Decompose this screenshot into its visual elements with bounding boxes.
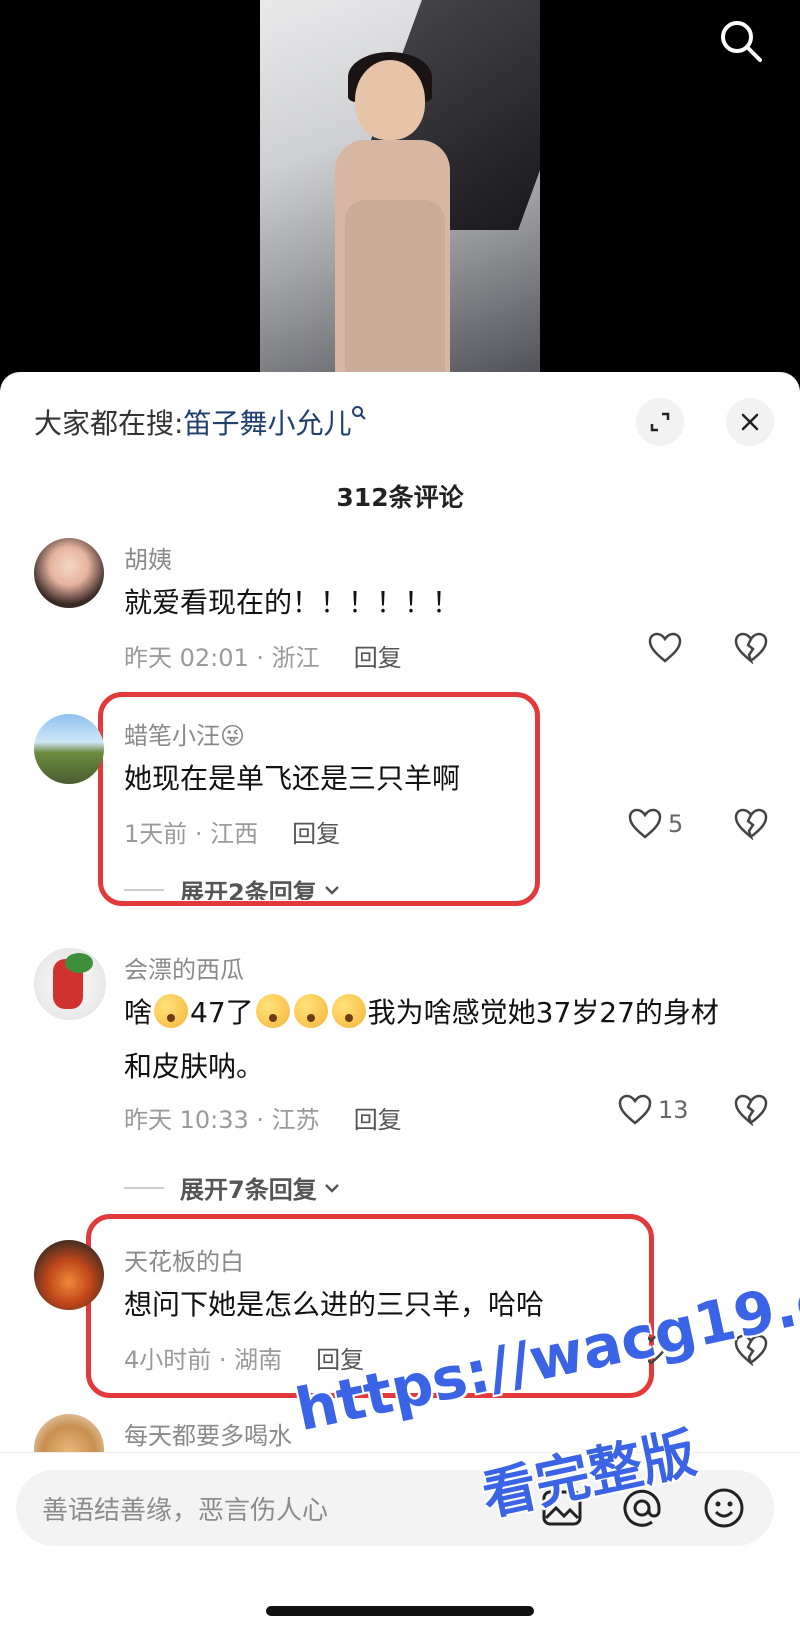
video-figure-head [355, 60, 425, 140]
divider-line [124, 889, 164, 891]
broken-heart-icon[interactable] [734, 1094, 768, 1126]
expand-icon [650, 412, 670, 432]
chevron-down-icon [324, 1183, 339, 1193]
reply-button[interactable]: 回复 [354, 1106, 402, 1134]
divider-line [124, 1186, 164, 1189]
hot-search-bar[interactable]: 大家都在搜:笛子舞小允儿 [34, 402, 367, 442]
comment-text: 就爱看现在的！！！！！！ [124, 586, 461, 619]
expand-replies-button[interactable]: 展开2条回复 [124, 880, 343, 900]
avatar-hat [65, 953, 93, 973]
heart-icon [648, 632, 682, 663]
comment-meta: 昨天 10:33 · 江苏 回复 [124, 1100, 402, 1135]
comment-text: 她现在是单飞还是三只羊啊 [124, 762, 461, 795]
comment-meta: 昨天 02:01 · 浙江 回复 [124, 638, 402, 673]
expand-replies-label: 展开7条回复 [180, 1176, 317, 1204]
comment-input-placeholder: 善语结善缘，恶言伤人心 [42, 1496, 329, 1526]
avatar[interactable] [34, 1240, 104, 1310]
expand-replies-button[interactable]: 展开7条回复 [124, 1170, 343, 1205]
broken-heart-icon[interactable] [734, 808, 768, 840]
worried-face-emoji [154, 994, 189, 1028]
avatar[interactable] [34, 538, 104, 608]
expand-button[interactable] [636, 398, 684, 446]
comment-username[interactable]: 会漂的西瓜 [124, 950, 244, 985]
comment-time-location: 昨天 02:01 · 浙江 [124, 644, 320, 672]
reply-button[interactable]: 回复 [292, 820, 340, 848]
avatar[interactable] [34, 948, 106, 1020]
comment-time-location: 1天前 · 江西 [124, 820, 259, 848]
like-button[interactable]: 5 [628, 808, 683, 840]
comment-text-part: 47了 [190, 996, 254, 1029]
emoji-icon[interactable] [702, 1486, 746, 1530]
search-icon [352, 406, 367, 420]
home-indicator [266, 1606, 534, 1616]
flushed-face-emoji [331, 994, 366, 1028]
comment-username[interactable]: 蜡笔小汪😜 [124, 716, 245, 751]
like-count: 5 [668, 810, 684, 838]
like-count: 13 [658, 1096, 689, 1124]
video-frame [260, 0, 540, 390]
comment-text-part: 啥 [124, 996, 153, 1029]
like-button[interactable]: 13 [618, 1094, 689, 1126]
comment-username[interactable]: 每天都要多喝水 [124, 1416, 292, 1451]
comment-username[interactable]: 胡姨 [124, 540, 172, 575]
close-button[interactable] [726, 398, 774, 446]
close-icon [741, 413, 759, 431]
reply-button[interactable]: 回复 [354, 644, 402, 672]
video-figure-dress [345, 200, 445, 390]
comment-time-location: 4小时前 · 湖南 [124, 1346, 283, 1374]
heart-icon [628, 808, 662, 839]
hot-search-prefix: 大家都在搜: [34, 407, 184, 440]
comment-count: 312条评论 [336, 483, 464, 512]
comment-meta: 1天前 · 江西 回复 [124, 814, 340, 849]
video-player[interactable] [0, 0, 800, 390]
comment-username[interactable]: 天花板的白 [124, 1242, 244, 1277]
search-icon[interactable] [718, 18, 764, 64]
flushed-face-emoji [255, 994, 290, 1028]
broken-heart-icon[interactable] [734, 632, 768, 664]
comment-text: 啥 47了 我为啥感觉她37岁27的身材和皮肤呐。 [124, 986, 744, 1094]
avatar[interactable] [34, 714, 104, 784]
chevron-down-icon [324, 886, 339, 895]
like-button[interactable] [648, 632, 682, 664]
hot-search-term[interactable]: 笛子舞小允儿 [183, 407, 351, 440]
comment-time-location: 昨天 10:33 · 江苏 [124, 1106, 320, 1134]
flushed-face-emoji [293, 994, 328, 1028]
username-emoji: 😜 [220, 722, 246, 750]
comment-username-text: 蜡笔小汪 [124, 722, 220, 750]
expand-replies-label: 展开2条回复 [180, 880, 317, 900]
heart-icon [618, 1094, 652, 1125]
